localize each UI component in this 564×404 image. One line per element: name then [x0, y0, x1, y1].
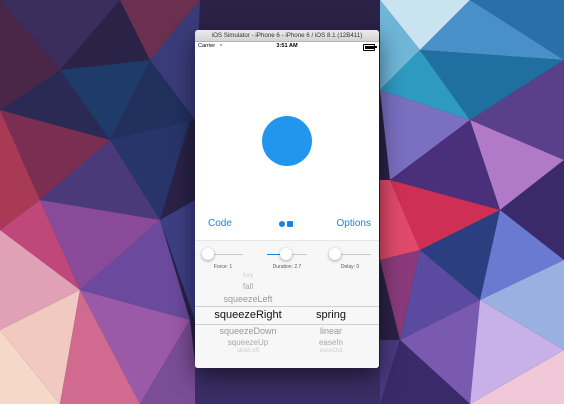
simulator-window: iOS Simulator - iPhone 6 - iPhone 6 / iO…	[195, 30, 379, 368]
window-title: iOS Simulator - iPhone 6 - iPhone 6 / iO…	[195, 30, 379, 42]
picker-item[interactable]: squeezeDown	[195, 326, 301, 336]
picker-selection-top	[195, 306, 379, 307]
battery-icon	[363, 44, 375, 51]
duration-slider-knob[interactable]	[280, 248, 292, 260]
square-shape	[287, 221, 293, 227]
curve-item[interactable]: linear	[295, 326, 367, 336]
picker-selection-bottom	[195, 324, 379, 325]
delay-label: Delay: 0	[340, 264, 360, 270]
curve-item-selected[interactable]: spring	[295, 309, 367, 321]
status-time: 3:51 AM	[276, 43, 298, 49]
shapes-icon[interactable]	[279, 221, 295, 228]
settings-panel: Force: 1 Duration: 2.7 Delay: 0 fury fal…	[195, 240, 379, 368]
status-bar: Carrier ◔ 3:51 AM	[195, 42, 379, 51]
force-label: Force: 1	[213, 264, 233, 270]
picker-item[interactable]: squeezeLeft	[195, 294, 301, 304]
circle-shape	[279, 221, 285, 227]
force-slider-knob[interactable]	[202, 248, 214, 260]
picker-item[interactable]: fall	[195, 282, 301, 291]
code-button[interactable]: Code	[208, 218, 232, 229]
options-button[interactable]: Options	[337, 218, 371, 229]
picker-item[interactable]: fury	[195, 273, 301, 279]
battery-tip	[375, 45, 377, 48]
curve-item[interactable]: easeOut	[295, 348, 367, 354]
delay-slider-knob[interactable]	[329, 248, 341, 260]
picker-item-selected[interactable]: squeezeRight	[195, 309, 301, 321]
picker-item[interactable]: squeezeUp	[195, 338, 301, 347]
curve-item[interactable]: easeIn	[295, 338, 367, 347]
duration-label: Duration: 2.7	[272, 264, 302, 270]
animated-ball[interactable]	[262, 116, 312, 166]
picker-item[interactable]: slideLeft	[195, 348, 301, 354]
